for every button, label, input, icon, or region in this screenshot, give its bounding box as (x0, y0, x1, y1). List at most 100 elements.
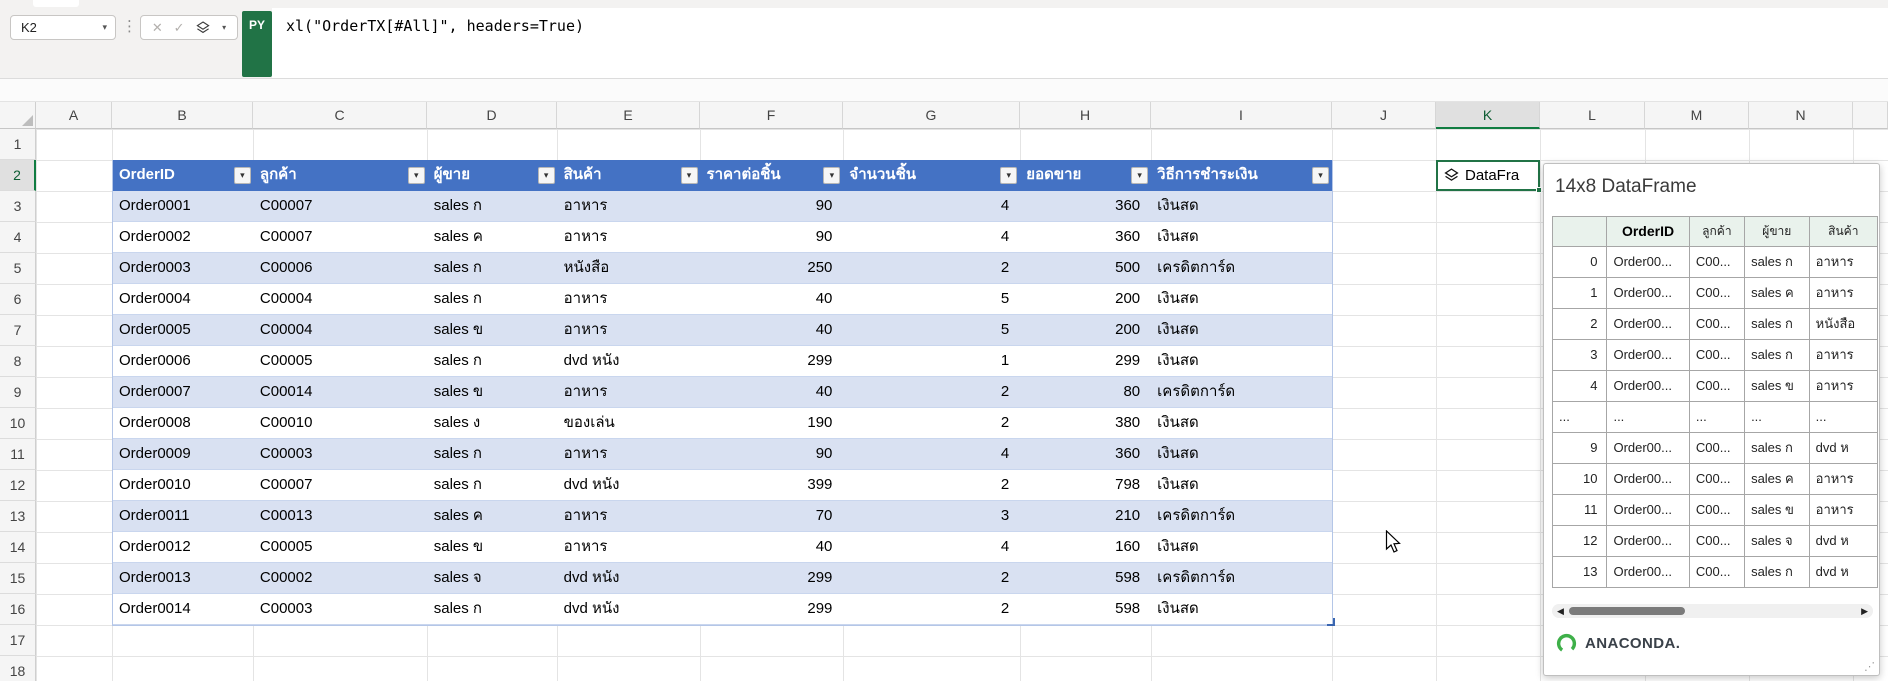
table-cell[interactable]: sales ก (428, 346, 558, 377)
table-cell[interactable]: 500 (1020, 253, 1151, 284)
table-cell[interactable]: 598 (1020, 563, 1151, 594)
table-cell[interactable]: เงินสด (1151, 284, 1332, 315)
row-header-4[interactable]: 4 (0, 222, 36, 253)
table-cell[interactable]: sales ค (428, 222, 558, 253)
filter-button[interactable]: ▾ (537, 167, 555, 184)
table-header-cell[interactable]: จำนวนชิ้น ▾ (843, 160, 1020, 191)
row-header-16[interactable]: 16 (0, 594, 36, 625)
table-cell[interactable]: Order0014 (113, 594, 254, 625)
table-cell[interactable]: dvd หนัง (558, 470, 701, 501)
row-header-9[interactable]: 9 (0, 377, 36, 408)
column-header-F[interactable]: F (700, 102, 843, 129)
row-header-7[interactable]: 7 (0, 315, 36, 346)
table-cell[interactable]: Order0003 (113, 253, 254, 284)
filter-button[interactable]: ▾ (680, 167, 698, 184)
table-cell[interactable]: C00003 (254, 594, 428, 625)
filter-button[interactable]: ▾ (233, 167, 251, 184)
table-cell[interactable]: C00007 (254, 191, 428, 222)
table-cell[interactable]: sales ก (428, 191, 558, 222)
table-cell[interactable]: 90 (701, 191, 844, 222)
table-cell[interactable]: 70 (701, 501, 844, 532)
table-cell[interactable]: C00007 (254, 470, 428, 501)
table-cell[interactable]: เงินสด (1151, 532, 1332, 563)
table-cell[interactable]: 250 (701, 253, 844, 284)
column-header-L[interactable]: L (1540, 102, 1645, 129)
table-header-cell[interactable]: สินค้า ▾ (558, 160, 701, 191)
row-header-8[interactable]: 8 (0, 346, 36, 377)
table-row[interactable]: Order0013 C00002 sales จ dvd หนัง 299 2 598 เคร… (113, 563, 1332, 594)
table-cell[interactable]: Order0009 (113, 439, 254, 470)
scroll-right-icon[interactable]: ▶ (1861, 605, 1868, 617)
column-header-C[interactable]: C (253, 102, 427, 129)
table-cell[interactable]: เงินสด (1151, 470, 1332, 501)
table-cell[interactable]: 2 (843, 253, 1020, 284)
table-cell[interactable]: Order0008 (113, 408, 254, 439)
row-header-10[interactable]: 10 (0, 408, 36, 439)
table-row[interactable]: Order0011 C00013 sales คอาหาร 70 3 210 เครดิตก… (113, 501, 1332, 532)
table-cell[interactable]: 90 (701, 439, 844, 470)
table-cell[interactable]: 4 (843, 532, 1020, 563)
cancel-icon[interactable]: ✕ (152, 21, 163, 34)
row-header-13[interactable]: 13 (0, 501, 36, 532)
table-cell[interactable]: เครดิตการ์ด (1151, 253, 1332, 284)
column-header-I[interactable]: I (1151, 102, 1332, 129)
table-cell[interactable]: Order0012 (113, 532, 254, 563)
filter-button[interactable]: ▾ (823, 167, 841, 184)
table-cell[interactable]: Order0011 (113, 501, 254, 532)
table-cell[interactable]: 200 (1020, 284, 1151, 315)
table-cell[interactable]: C00014 (254, 377, 428, 408)
fill-handle[interactable] (1536, 187, 1542, 193)
scrollbar-thumb[interactable] (1569, 607, 1685, 615)
table-cell[interactable]: เงินสด (1151, 346, 1332, 377)
table-cell[interactable]: เครดิตการ์ด (1151, 563, 1332, 594)
column-header-M[interactable]: M (1645, 102, 1749, 129)
more-options-icon[interactable]: ⋮ (122, 17, 137, 35)
table-cell[interactable]: C00002 (254, 563, 428, 594)
table-cell[interactable]: หนังสือ (558, 253, 701, 284)
table-cell[interactable]: 360 (1020, 191, 1151, 222)
select-all-corner[interactable] (0, 102, 36, 129)
table-cell[interactable]: sales ง (428, 408, 558, 439)
filter-button[interactable]: ▾ (407, 167, 425, 184)
table-cell[interactable]: อาหาร (558, 222, 701, 253)
table-cell[interactable]: 200 (1020, 315, 1151, 346)
table-cell[interactable]: เงินสด (1151, 408, 1332, 439)
row-header-12[interactable]: 12 (0, 470, 36, 501)
table-cell[interactable]: 5 (843, 315, 1020, 346)
table-row[interactable]: Order0012 C00005 sales ขอาหาร 40 4 160 เงินสด (113, 532, 1332, 563)
row-header-15[interactable]: 15 (0, 563, 36, 594)
table-cell[interactable]: 299 (1020, 346, 1151, 377)
row-header-11[interactable]: 11 (0, 439, 36, 470)
table-row[interactable]: Order0005 C00004 sales ขอาหาร 40 5 200 เงินสด (113, 315, 1332, 346)
table-cell[interactable]: 4 (843, 222, 1020, 253)
card-resize-grip[interactable]: ⋰ (1864, 660, 1875, 673)
table-row[interactable]: Order0014 C00003 sales ก dvd หนัง 299 2 598 เงิ… (113, 594, 1332, 625)
table-cell[interactable]: 1 (843, 346, 1020, 377)
table-cell[interactable]: C00004 (254, 284, 428, 315)
scroll-left-icon[interactable]: ◀ (1557, 605, 1564, 617)
table-row[interactable]: Order0007 C00014 sales ขอาหาร 40 2 80 เครดิตกา… (113, 377, 1332, 408)
table-cell[interactable]: อาหาร (558, 191, 701, 222)
table-cell[interactable]: C00005 (254, 346, 428, 377)
formula-input[interactable]: xl("OrderTX[#All]", headers=True) (272, 8, 1888, 78)
table-cell[interactable]: เงินสด (1151, 222, 1332, 253)
table-cell[interactable]: sales ก (428, 284, 558, 315)
table-cell[interactable]: เงินสด (1151, 191, 1332, 222)
table-cell[interactable]: เครดิตการ์ด (1151, 377, 1332, 408)
table-cell[interactable]: dvd หนัง (558, 563, 701, 594)
table-cell[interactable]: C00013 (254, 501, 428, 532)
column-header-J[interactable]: J (1332, 102, 1436, 129)
table-cell[interactable]: sales ก (428, 253, 558, 284)
table-cell[interactable]: 299 (701, 563, 844, 594)
table-cell[interactable]: 399 (701, 470, 844, 501)
row-header-2[interactable]: 2 (0, 160, 36, 191)
table-cell[interactable]: อาหาร (558, 315, 701, 346)
column-header-partial[interactable] (1853, 102, 1888, 129)
filter-button[interactable]: ▾ (1312, 167, 1330, 184)
table-cell[interactable]: 360 (1020, 439, 1151, 470)
chevron-down-icon[interactable]: ▾ (222, 23, 226, 32)
table-cell[interactable]: sales ก (428, 439, 558, 470)
table-cell[interactable]: sales ข (428, 532, 558, 563)
row-header-17[interactable]: 17 (0, 625, 36, 656)
table-cell[interactable]: 160 (1020, 532, 1151, 563)
